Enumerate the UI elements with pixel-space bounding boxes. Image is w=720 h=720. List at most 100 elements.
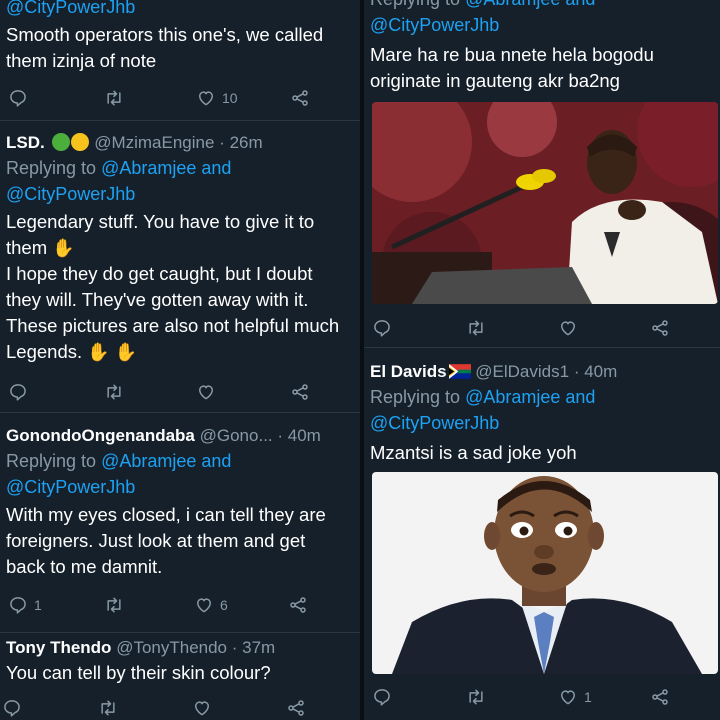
share-icon — [650, 687, 670, 707]
reply-icon — [8, 88, 28, 108]
yellow-circle-icon — [71, 133, 90, 151]
mention-link[interactable]: @Abramjee — [465, 0, 560, 9]
reply-icon — [8, 382, 28, 402]
user-handle[interactable]: @ElDavids1 — [475, 362, 569, 381]
tweet-text: You can tell by their skin colour? — [6, 662, 271, 683]
mention-link[interactable]: @Abramjee — [101, 158, 196, 178]
reply-icon — [372, 318, 392, 338]
reply-button[interactable] — [372, 687, 392, 707]
reply-and: and — [201, 451, 232, 471]
share-button[interactable] — [650, 687, 670, 707]
tweet-line: Legendary stuff. You have to give it to — [6, 211, 315, 232]
tweet-card[interactable]: LSD. @MzimaEngine · 26m Replying to @Abr… — [0, 121, 360, 413]
like-button[interactable]: 1 — [558, 687, 592, 707]
like-count: 10 — [222, 90, 238, 106]
tweet-line: them — [6, 237, 48, 258]
display-name[interactable]: LSD. — [6, 133, 45, 152]
like-button[interactable] — [558, 318, 578, 338]
tweet-line: I hope they do get caught, but I doubt — [6, 263, 313, 284]
tweet-actions: 10 — [0, 86, 360, 110]
like-button[interactable] — [192, 698, 212, 718]
like-icon — [558, 687, 578, 707]
retweet-button[interactable] — [104, 88, 124, 108]
mention-link[interactable]: @CityPowerJhb — [370, 15, 499, 35]
reply-and: and — [565, 387, 596, 407]
tweet-header: LSD. @MzimaEngine · 26m — [6, 131, 356, 155]
reply-button[interactable] — [2, 698, 22, 718]
mention-link[interactable]: @Abramjee — [465, 387, 560, 407]
reply-icon — [2, 698, 22, 718]
like-icon — [196, 382, 216, 402]
user-handle[interactable]: @MzimaEngine — [94, 133, 214, 152]
reply-and: and — [565, 0, 595, 9]
tweet-time: · 40m — [277, 426, 321, 445]
tweet-line: Legends. — [6, 341, 83, 362]
user-handle[interactable]: @TonyThendo — [116, 638, 227, 657]
like-icon — [192, 698, 212, 718]
retweet-icon — [104, 382, 124, 402]
display-name[interactable]: Tony Thendo — [6, 638, 111, 657]
display-name[interactable]: GonondoOngenandaba — [6, 426, 195, 445]
retweet-button[interactable] — [466, 318, 486, 338]
like-button[interactable]: 10 — [196, 88, 238, 108]
mention-link[interactable]: @CityPowerJhb — [6, 184, 135, 204]
share-icon — [650, 318, 670, 338]
reply-context: Replying to @Abramjee and @CityPowerJhb — [370, 384, 716, 436]
reply-button[interactable] — [372, 318, 392, 338]
tweet-card[interactable]: Replying to @Abramjee and @CityPowerJhb … — [364, 0, 720, 348]
mention-link[interactable]: @CityPowerJhb — [6, 0, 135, 17]
share-button[interactable] — [650, 318, 670, 338]
mention-link[interactable]: @CityPowerJhb — [6, 477, 135, 497]
tweet-photo[interactable] — [372, 102, 718, 304]
tweet-actions — [0, 380, 360, 404]
retweet-icon — [104, 88, 124, 108]
tweet-time: · 37m — [231, 638, 276, 657]
tweet-card[interactable]: Tony Thendo @TonyThendo · 37m You can te… — [0, 633, 360, 720]
mention-link[interactable]: @Abramjee — [101, 451, 196, 471]
share-icon — [290, 88, 310, 108]
reply-button[interactable]: 1 — [8, 595, 42, 615]
tweet-actions — [0, 696, 360, 720]
tweet-photo[interactable] — [372, 472, 718, 674]
retweet-icon — [104, 595, 124, 615]
share-button[interactable] — [290, 88, 310, 108]
tweet-text: Smooth operators this one's, we called t… — [6, 24, 324, 71]
display-name[interactable]: El Davids — [370, 362, 447, 381]
left-screenshot: @CityPowerJhb Smooth operators this one'… — [0, 0, 360, 720]
like-icon — [196, 88, 216, 108]
tweet-line: These pictures are also not helpful much — [6, 315, 340, 336]
share-icon — [290, 382, 310, 402]
tweet-header: El Davids @ElDavids1 · 40m — [370, 360, 716, 384]
reply-button[interactable] — [8, 88, 28, 108]
like-count: 6 — [220, 597, 228, 613]
tweet-card[interactable]: GonondoOngenandaba @Gono... · 40m Replyi… — [0, 413, 360, 633]
retweet-button[interactable] — [104, 382, 124, 402]
tweet-card[interactable]: El Davids @ElDavids1 · 40m Replying to @… — [364, 348, 720, 720]
reply-button[interactable] — [8, 382, 28, 402]
right-screenshot: Replying to @Abramjee and @CityPowerJhb … — [364, 0, 720, 720]
tweet-actions — [364, 316, 720, 340]
share-button[interactable] — [286, 698, 306, 718]
retweet-button[interactable] — [104, 595, 124, 615]
like-icon — [194, 595, 214, 615]
tweet-text: Mare ha re bua nnete hela bogodu origina… — [370, 44, 654, 91]
green-circle-icon — [52, 133, 71, 151]
retweet-button[interactable] — [98, 698, 118, 718]
waving-hand-icon: ✋ — [114, 342, 138, 362]
user-handle[interactable]: @Gono... — [200, 426, 273, 445]
tweet-text: Mzantsi is a sad joke yoh — [370, 442, 577, 463]
share-button[interactable] — [290, 382, 310, 402]
tweet-text: Legendary stuff. You have to give it to … — [6, 209, 356, 365]
share-button[interactable] — [288, 595, 308, 615]
south-africa-flag-icon — [448, 364, 471, 379]
like-button[interactable] — [196, 382, 216, 402]
tweet-line: they will. They've gotten away with it. — [6, 289, 309, 310]
tweet-card[interactable]: @CityPowerJhb Smooth operators this one'… — [0, 0, 360, 121]
mention-link[interactable]: @CityPowerJhb — [370, 413, 499, 433]
share-icon — [288, 595, 308, 615]
like-button[interactable]: 6 — [194, 595, 228, 615]
tweet-actions: 1 — [364, 685, 720, 709]
retweet-button[interactable] — [466, 687, 486, 707]
reply-icon — [372, 687, 392, 707]
retweet-icon — [466, 318, 486, 338]
